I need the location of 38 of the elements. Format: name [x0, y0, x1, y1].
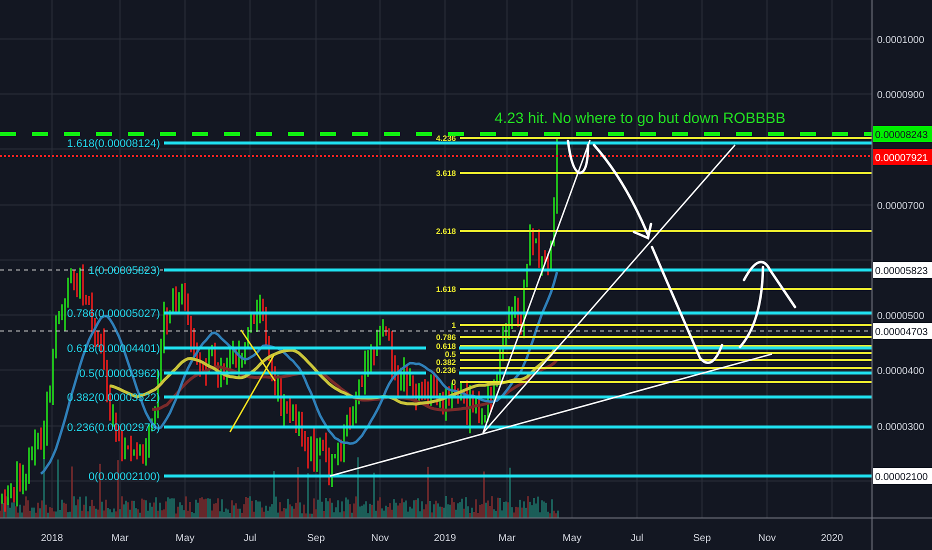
fib-extension-label: 2.618 [436, 227, 456, 236]
fib-extension-label: 1 [452, 321, 456, 330]
price-value: 0.00004703 [875, 327, 928, 338]
price-tick-label: 0.0000300 [877, 422, 924, 433]
time-tick-label: Jul [630, 533, 644, 544]
fib-extension-label: 0.5 [444, 350, 456, 359]
price-tick-label: 0.0000700 [877, 201, 924, 212]
time-tick-label: 2019 [434, 533, 456, 544]
time-tick-label: Nov [758, 533, 776, 544]
time-tick-label: Sep [307, 533, 325, 544]
time-tick-label: Jul [244, 533, 256, 544]
fib-extension-label: 0.618 [436, 342, 456, 351]
time-tick-label: Mar [111, 533, 129, 544]
price-tick-label: 0.0000900 [877, 90, 924, 101]
price-value: 0.00005823 [875, 266, 928, 277]
price-value: 0.00007921 [875, 153, 928, 164]
price-tick-label: 0.0000500 [877, 311, 924, 322]
fib-retracement-label: 1.618(0.00008124) [67, 138, 160, 150]
time-tick-label: Sep [693, 533, 711, 544]
time-tick-label: May [562, 533, 582, 544]
price-tick-label: 0.0000400 [877, 366, 924, 377]
fib-retracement-label: 0(0.00002100) [88, 471, 160, 483]
fib-extension-label: 0 [452, 378, 456, 387]
time-tick-label: Mar [498, 533, 516, 544]
time-tick-label: Nov [371, 533, 389, 544]
time-tick-label: May [176, 533, 194, 544]
fib-extension-label: 1.618 [436, 285, 456, 294]
time-tick-label: 2020 [820, 533, 844, 544]
time-tick-label: 2018 [40, 533, 64, 544]
fib-extension-label: 0.786 [436, 333, 456, 342]
price-value: 0.00002100 [875, 472, 928, 483]
chart-annotation: 4.23 hit. No where to go but down ROBBBB [494, 110, 786, 127]
fib-extension-label: 3.618 [436, 169, 456, 178]
fib-extension-label: 0.382 [436, 358, 456, 367]
fib-retracement-label: 1(0.00005823) [88, 265, 160, 277]
fib-extension-label: 0.236 [436, 366, 456, 375]
price-value: 0.00008243 [875, 130, 928, 141]
price-tick-label: 0.0001000 [877, 35, 924, 46]
